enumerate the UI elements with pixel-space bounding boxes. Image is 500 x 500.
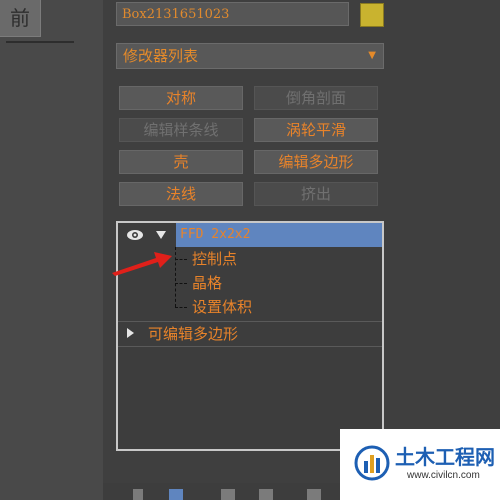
watermark-title: 土木工程网: [395, 445, 495, 469]
stack-item-label: 可编辑多边形: [148, 325, 239, 343]
stack-toolbar: [103, 483, 340, 500]
viewport-front[interactable]: 前: [0, 0, 104, 500]
remove-modifier-icon[interactable]: [259, 489, 273, 500]
modifier-list-label: 修改器列表: [123, 47, 199, 65]
modifier-button-edit-spline[interactable]: 编辑样条线: [119, 118, 243, 142]
modifier-button-shell[interactable]: 壳: [119, 150, 243, 174]
modifier-button-symmetry[interactable]: 对称: [119, 86, 243, 110]
configure-modifier-sets-icon[interactable]: [307, 489, 321, 500]
modifier-button-turbosmooth[interactable]: 涡轮平滑: [254, 118, 378, 142]
expand-triangle-icon[interactable]: [127, 328, 134, 338]
viewport-divider: [6, 41, 74, 43]
show-end-result-icon[interactable]: [169, 489, 183, 500]
modifier-button-bevel-profile[interactable]: 倒角剖面: [254, 86, 378, 110]
make-unique-icon[interactable]: [221, 489, 235, 500]
red-arrow-annotation: [112, 252, 172, 276]
stack-item-editable-poly[interactable]: 可编辑多边形: [118, 321, 382, 347]
watermark-url: www.civilcn.com: [407, 470, 480, 481]
modifier-button-extrude[interactable]: 挤出: [254, 182, 378, 206]
stack-subitem-label: 晶格: [192, 274, 223, 292]
modifier-button-edit-poly[interactable]: 编辑多边形: [254, 150, 378, 174]
civil-logo-icon: [354, 445, 390, 481]
object-name-field[interactable]: Box2131651023: [116, 2, 349, 26]
modifier-list-dropdown[interactable]: 修改器列表 ▼: [116, 43, 384, 69]
pin-stack-icon[interactable]: [133, 489, 143, 500]
object-color-swatch[interactable]: [360, 3, 384, 27]
stack-item-ffd[interactable]: FFD 2x2x2: [176, 223, 382, 247]
watermark: 土木工程网 www.civilcn.com: [340, 429, 500, 500]
stack-subitem-label: 设置体积: [192, 298, 253, 316]
stack-subitem-label: 控制点: [192, 250, 238, 268]
eye-icon[interactable]: [126, 227, 144, 243]
dropdown-arrow-icon: ▼: [368, 50, 376, 61]
modifier-button-normal[interactable]: 法线: [119, 182, 243, 206]
viewport-label[interactable]: 前: [0, 0, 41, 37]
stack-subitem-set-volume[interactable]: 设置体积: [118, 295, 382, 319]
collapse-triangle-icon[interactable]: [156, 231, 166, 239]
